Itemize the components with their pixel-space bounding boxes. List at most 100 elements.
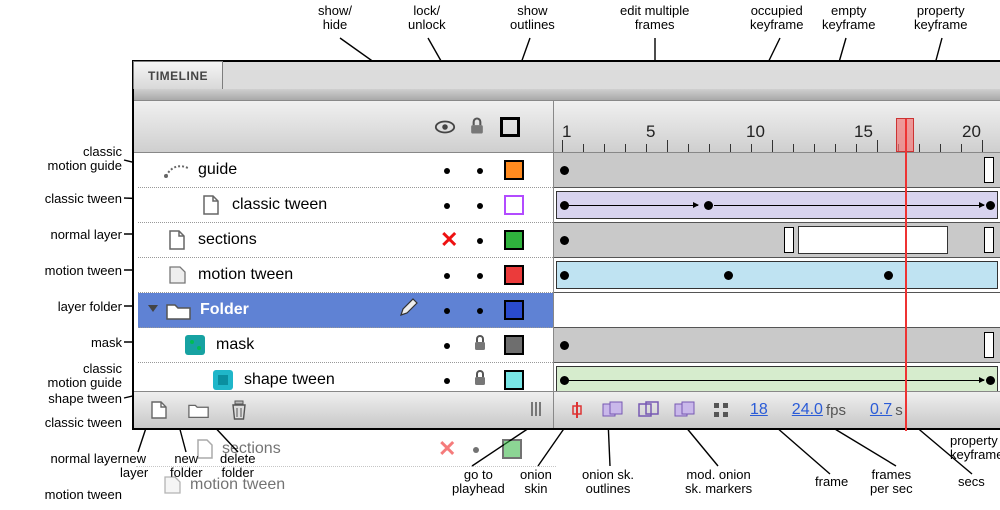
- outline-icon[interactable]: [500, 117, 520, 137]
- layer-row-folder[interactable]: Folder: [138, 293, 553, 328]
- playhead[interactable]: [896, 118, 914, 152]
- eye-icon[interactable]: [434, 116, 456, 138]
- keyframe-occupied[interactable]: [560, 341, 569, 350]
- layer-label: guide: [198, 161, 237, 179]
- ann-new-layer: new layer: [120, 452, 148, 481]
- edit-multiple-frames-button[interactable]: [672, 399, 698, 421]
- outline-swatch[interactable]: [504, 265, 524, 285]
- ann-mod-markers: mod. onion sk. markers: [685, 468, 752, 497]
- ann-new-folder: new folder: [170, 452, 203, 481]
- guide-icon: [164, 157, 190, 183]
- ann-show-outlines: show outlines: [510, 4, 555, 33]
- page-icon: [164, 227, 190, 253]
- lock-toggle[interactable]: [473, 161, 487, 179]
- ann-empty-kf: empty keyframe: [822, 4, 875, 33]
- ruler-label-5: 5: [646, 122, 655, 142]
- end-of-span: [784, 227, 794, 253]
- ann-show-hide: show/ hide: [318, 4, 352, 33]
- layer-row-sections[interactable]: sections ✕: [138, 223, 553, 258]
- ruler-label-20: 20: [962, 122, 981, 142]
- outline-swatch[interactable]: [504, 195, 524, 215]
- ann-right-pk2: property keyframe: [950, 434, 1000, 463]
- keyframe-occupied[interactable]: [986, 376, 995, 385]
- lock-toggle-locked[interactable]: [473, 335, 487, 356]
- ann-fps: frames per sec: [870, 468, 913, 497]
- ruler[interactable]: 1 5 10 15 20: [554, 118, 1000, 152]
- layer-label: classic tween: [232, 196, 327, 214]
- ann-left-classic-tween: classic tween: [2, 192, 122, 206]
- lock-toggle[interactable]: [473, 231, 487, 249]
- ann-left-folder: layer folder: [2, 300, 122, 314]
- ann-onion-skin: onion skin: [520, 468, 552, 497]
- ruler-ticks: [554, 140, 1000, 152]
- ann-left-cmg2: classic motion guide: [2, 362, 122, 391]
- track-mask[interactable]: [554, 328, 1000, 363]
- center-playhead-button[interactable]: [564, 399, 590, 421]
- ann-frame: frame: [815, 475, 848, 489]
- ann-onion-outlines: onion sk. outlines: [582, 468, 634, 497]
- end-of-span: [984, 227, 994, 253]
- fps-readout[interactable]: 24.0: [792, 401, 823, 419]
- track-folder[interactable]: [554, 293, 1000, 328]
- panel-header-bar: [134, 89, 1000, 101]
- track-classic-tween[interactable]: [554, 188, 1000, 223]
- keyframe-occupied[interactable]: [986, 201, 995, 210]
- layer-bottom-bar: [134, 391, 553, 428]
- layer-row-mask[interactable]: mask: [138, 328, 553, 363]
- lock-toggle[interactable]: [473, 301, 487, 319]
- visibility-toggle[interactable]: [440, 301, 454, 319]
- visibility-toggle[interactable]: [440, 336, 454, 354]
- secs-readout[interactable]: 0.7: [870, 401, 892, 419]
- delete-layer-button[interactable]: [228, 399, 250, 421]
- visibility-toggle-hidden[interactable]: ✕: [440, 227, 454, 253]
- visibility-toggle[interactable]: [440, 371, 454, 389]
- keyframe-occupied[interactable]: [560, 166, 569, 175]
- outline-swatch[interactable]: [504, 230, 524, 250]
- lock-toggle[interactable]: [473, 196, 487, 214]
- outline-swatch[interactable]: [504, 335, 524, 355]
- ann-left-normal2: normal layer: [2, 452, 122, 466]
- visibility-toggle[interactable]: [440, 196, 454, 214]
- ann-left-ct2: classic tween: [2, 416, 122, 430]
- onion-skin-outlines-button[interactable]: [636, 399, 662, 421]
- timeline-header: 1 5 10 15 20: [554, 101, 1000, 153]
- outline-swatch[interactable]: [504, 300, 524, 320]
- ann-left-mask: mask: [2, 336, 122, 350]
- disclosure-triangle-icon[interactable]: [146, 301, 160, 320]
- layer-row-guide[interactable]: guide: [138, 153, 553, 188]
- ann-delete-folder: delete folder: [220, 452, 255, 481]
- ann-go-to-playhead: go to playhead: [452, 468, 505, 497]
- track-motion-tween[interactable]: [554, 258, 1000, 293]
- new-layer-button[interactable]: [148, 399, 170, 421]
- ann-left-mt2: motion tween: [2, 488, 122, 502]
- track-sections[interactable]: [554, 223, 1000, 258]
- panel-tab[interactable]: TIMELINE: [133, 61, 223, 89]
- track-guide[interactable]: [554, 153, 1000, 188]
- modify-onion-markers-button[interactable]: [708, 399, 734, 421]
- outline-swatch[interactable]: [504, 160, 524, 180]
- keyframe-occupied[interactable]: [704, 201, 713, 210]
- layer-header: [134, 101, 553, 153]
- new-folder-button[interactable]: [188, 399, 210, 421]
- ann-left-normal: normal layer: [2, 228, 122, 242]
- tween-span-motion[interactable]: [556, 261, 998, 289]
- layer-label: Folder: [200, 301, 249, 319]
- folder-icon: [166, 297, 192, 323]
- ann-edit-multiple: edit multiple frames: [620, 4, 689, 33]
- layer-row-motion-tween[interactable]: motion tween: [138, 258, 553, 293]
- outline-swatch[interactable]: [504, 370, 524, 390]
- ann-left-shape: shape tween: [2, 392, 122, 406]
- keyframe-occupied[interactable]: [560, 271, 569, 280]
- visibility-toggle[interactable]: [440, 266, 454, 284]
- layer-row-classic-tween[interactable]: classic tween: [138, 188, 553, 223]
- lock-toggle[interactable]: [473, 266, 487, 284]
- onion-skin-button[interactable]: [600, 399, 626, 421]
- mask-icon: [182, 332, 208, 358]
- resize-grip-icon[interactable]: [531, 402, 547, 418]
- visibility-toggle[interactable]: [440, 161, 454, 179]
- lock-icon[interactable]: [467, 116, 489, 138]
- keyframe-occupied[interactable]: [560, 236, 569, 245]
- current-frame-readout[interactable]: 18: [750, 401, 768, 419]
- end-of-span: [984, 332, 994, 358]
- lock-toggle-locked[interactable]: [473, 370, 487, 391]
